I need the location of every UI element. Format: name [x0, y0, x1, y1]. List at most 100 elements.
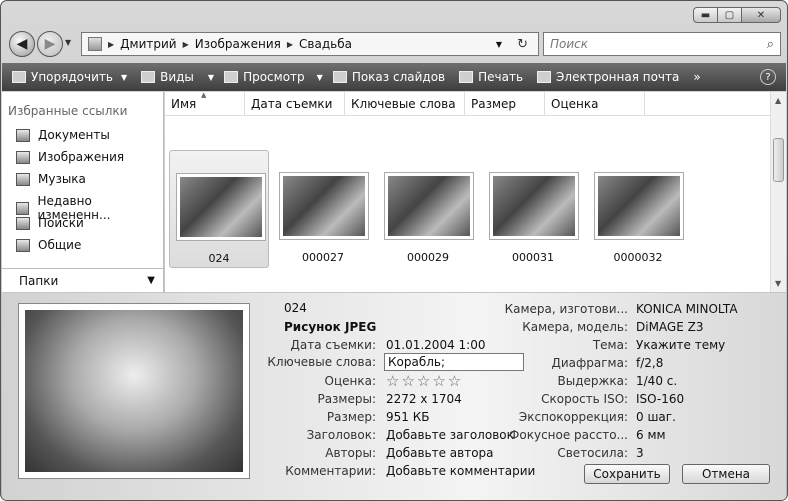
- comments-value[interactable]: Добавьте комментарии: [386, 464, 535, 478]
- camera-maker-value[interactable]: KONICA MINOLTA: [636, 302, 738, 316]
- rating-stars[interactable]: ☆☆☆☆☆: [386, 372, 463, 390]
- sidebar-item-searches[interactable]: Поиски: [16, 216, 84, 230]
- preview-button[interactable]: Просмотр ▼: [224, 70, 323, 84]
- column-label: Размер: [471, 96, 517, 111]
- focal-length-value: 6 мм: [636, 428, 666, 442]
- aperture-value: f/2,8: [636, 356, 664, 370]
- dimensions-value: 2272 x 1704: [386, 392, 462, 406]
- email-icon: [537, 71, 552, 83]
- organize-button[interactable]: Упорядочить ▼: [12, 70, 127, 84]
- camera-model-value[interactable]: DiMAGE Z3: [636, 320, 703, 334]
- help-icon[interactable]: ?: [760, 69, 776, 85]
- keywords-input[interactable]: Корабль;: [384, 353, 524, 371]
- breadcrumb-separator[interactable]: ▶: [183, 40, 189, 49]
- chevron-down-icon: ▼: [147, 275, 155, 286]
- breadcrumb-wedding[interactable]: Свадьба: [299, 37, 352, 51]
- camera-model-label: Камера, модель:: [522, 320, 628, 334]
- exposure-bias-value: 0 шаг.: [636, 410, 676, 424]
- vertical-scrollbar[interactable]: ▲ ▼: [770, 92, 786, 292]
- file-item[interactable]: 024: [169, 150, 269, 268]
- file-item[interactable]: 000029: [378, 150, 478, 268]
- printer-icon: [459, 71, 474, 83]
- file-list-pane: ▲ Имя Дата съемки Ключевые слова Размер О…: [165, 91, 786, 292]
- column-date-taken[interactable]: Дата съемки: [245, 92, 345, 115]
- address-bar[interactable]: ▶ Дмитрий ▶ Изображения ▶ Свадьба ▼ ↻: [81, 32, 539, 56]
- breadcrumb-separator[interactable]: ▶: [287, 40, 293, 49]
- camera-maker-label: Камера, изготови...: [504, 302, 628, 316]
- iso-value: ISO-160: [636, 392, 685, 406]
- column-rating[interactable]: Оценка: [545, 92, 645, 115]
- views-button[interactable]: Виды ▼: [141, 70, 214, 84]
- scroll-up-icon[interactable]: ▲: [775, 96, 781, 105]
- close-button[interactable]: ✕: [741, 7, 781, 23]
- public-folder-icon: [16, 238, 30, 252]
- thumbnail-image: [180, 177, 262, 237]
- minimize-button[interactable]: ▬: [693, 7, 718, 23]
- sidebar-item-music[interactable]: Музыка: [16, 172, 86, 186]
- caption-buttons: ▬ ▢ ✕: [693, 7, 781, 23]
- breadcrumb-separator[interactable]: ▶: [108, 40, 114, 49]
- command-bar: Упорядочить ▼ Виды ▼ Просмотр ▼ Показ слайд…: [2, 63, 786, 91]
- breadcrumb-dmitriy[interactable]: Дмитрий: [120, 37, 176, 51]
- title-value[interactable]: Добавьте заголовок: [386, 428, 514, 442]
- refresh-icon[interactable]: ↻: [517, 37, 528, 52]
- cancel-button[interactable]: Отмена: [682, 464, 770, 484]
- exposure-label: Выдержка:: [557, 374, 628, 388]
- column-name[interactable]: ▲ Имя: [165, 91, 245, 115]
- folders-toggle[interactable]: Папки ▼: [2, 268, 163, 292]
- size-label: Размер:: [326, 410, 376, 424]
- sidebar-item-label: Документы: [38, 128, 110, 142]
- views-icon: [141, 71, 156, 83]
- more-commands-button[interactable]: »: [693, 70, 700, 84]
- print-button[interactable]: Печать: [459, 70, 523, 84]
- breadcrumb-images[interactable]: Изображения: [195, 37, 281, 51]
- sidebar-item-label: Общие: [38, 238, 82, 252]
- chevron-down-icon: ▼: [120, 72, 128, 82]
- file-name: 000029: [407, 251, 449, 264]
- detail-file-name: 024: [284, 301, 307, 315]
- sort-ascending-icon: ▲: [201, 91, 207, 99]
- column-size[interactable]: Размер: [465, 92, 545, 115]
- sidebar-item-images[interactable]: Изображения: [16, 150, 124, 164]
- recent-pages-dropdown[interactable]: ▼: [65, 38, 71, 47]
- thumbnail-image: [493, 176, 575, 236]
- sidebar-item-label: Музыка: [38, 172, 86, 186]
- views-label: Виды: [160, 70, 194, 84]
- preview-photo: [18, 303, 250, 479]
- back-button[interactable]: ◀: [9, 31, 35, 57]
- save-button[interactable]: Сохранить: [584, 464, 670, 484]
- documents-icon: [16, 128, 30, 142]
- sidebar-item-label: Поиски: [38, 216, 84, 230]
- email-label: Электронная почта: [556, 70, 680, 84]
- slideshow-button[interactable]: Показ слайдов: [332, 70, 446, 84]
- preview-label: Просмотр: [243, 70, 305, 84]
- scroll-down-icon[interactable]: ▼: [775, 279, 781, 288]
- slideshow-label: Показ слайдов: [351, 70, 446, 84]
- search-input[interactable]: Поиск ⌕: [543, 32, 781, 56]
- email-button[interactable]: Электронная почта: [537, 70, 679, 84]
- file-item[interactable]: 000031: [483, 150, 583, 268]
- address-dropdown-icon[interactable]: ▼: [496, 40, 502, 49]
- subject-value[interactable]: Укажите тему: [636, 338, 725, 352]
- forward-button[interactable]: ▶: [37, 31, 63, 57]
- maximize-button[interactable]: ▢: [717, 7, 742, 23]
- thumbnail-image: [598, 176, 680, 236]
- column-tags[interactable]: Ключевые слова: [345, 92, 465, 115]
- search-icon[interactable]: ⌕: [767, 37, 774, 52]
- sidebar-item-documents[interactable]: Документы: [16, 128, 110, 142]
- file-name: 000031: [512, 251, 554, 264]
- rating-label: Оценка:: [324, 374, 377, 388]
- file-name: 0000032: [613, 251, 663, 264]
- exposure-bias-label: Экспокоррекция:: [518, 410, 628, 424]
- aperture-label: Диафрагма:: [551, 356, 628, 370]
- date-taken-value[interactable]: 01.01.2004 1:00: [386, 338, 485, 352]
- max-aperture-value: 3: [636, 446, 644, 460]
- organize-label: Упорядочить: [31, 70, 113, 84]
- sidebar-item-public[interactable]: Общие: [16, 238, 81, 252]
- file-item[interactable]: 000027: [273, 150, 373, 268]
- scrollbar-thumb[interactable]: [773, 138, 784, 182]
- file-item[interactable]: 0000032: [588, 150, 688, 268]
- dimensions-label: Размеры:: [317, 392, 376, 406]
- authors-value[interactable]: Добавьте автора: [386, 446, 494, 460]
- thumbnail-frame: [176, 173, 266, 241]
